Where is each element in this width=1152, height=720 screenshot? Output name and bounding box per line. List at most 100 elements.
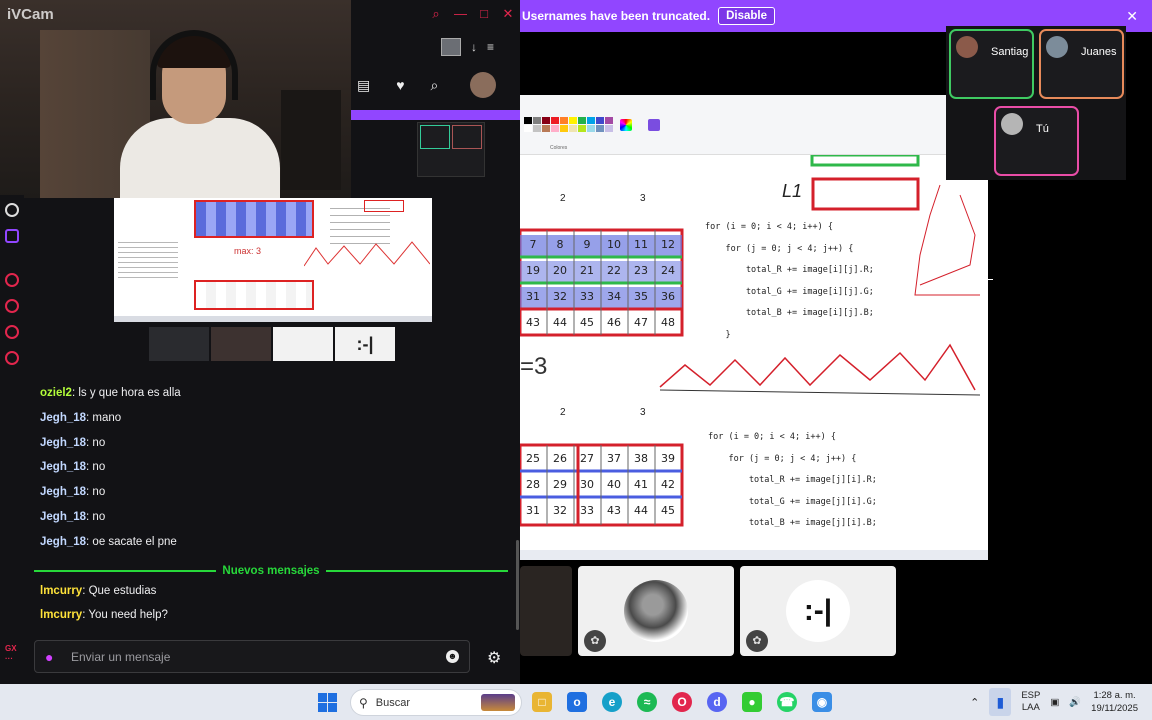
language-indicator[interactable]: ESP LAA: [1021, 690, 1040, 714]
bird-avatar: [624, 580, 688, 642]
chat-input-box[interactable]: ● ☻: [34, 640, 470, 673]
extensions-icon[interactable]: [5, 325, 19, 339]
grid-cell: 31: [526, 504, 540, 517]
emoji-icon[interactable]: ☻: [446, 650, 459, 663]
palette-swatch[interactable]: [560, 125, 568, 132]
chat-username[interactable]: Jegh_18: [40, 412, 86, 424]
player-icon[interactable]: [5, 273, 19, 287]
file-explorer-icon[interactable]: □: [532, 692, 552, 712]
palette-swatch[interactable]: [551, 125, 559, 132]
participant-name: Santiag: [991, 46, 1029, 58]
whatsapp-icon[interactable]: ☎: [777, 692, 797, 712]
preview-taskbar: [114, 316, 432, 322]
disable-button[interactable]: Disable: [718, 7, 775, 25]
app-icon[interactable]: ●: [742, 692, 762, 712]
close-icon[interactable]: ✕: [1126, 8, 1138, 25]
clock[interactable]: 1:28 a. m. 19/11/2025: [1091, 689, 1138, 715]
close-button[interactable]: ✕: [502, 6, 514, 22]
ivcam-icon[interactable]: ◉: [812, 692, 832, 712]
palette-swatch[interactable]: [605, 125, 613, 132]
participant-card[interactable]: Santiag: [949, 29, 1034, 99]
new-messages-label: Nuevos mensajes: [222, 564, 320, 577]
paint3d-icon[interactable]: [648, 119, 660, 131]
chat-username[interactable]: Jegh_18: [40, 437, 86, 449]
discord-icon[interactable]: d: [707, 692, 727, 712]
equation-fragment: =3: [520, 353, 548, 380]
face-avatar: :-|: [786, 580, 850, 642]
outlook-icon[interactable]: o: [567, 692, 587, 712]
browser-left-pane: iVCam ⌕ — □ ✕ ↓ ≡ ▤ ♥ ⌕ max: 3:-| GX ··…: [0, 0, 520, 684]
chat-text: no: [92, 510, 106, 523]
edge-icon[interactable]: e: [602, 692, 622, 712]
palette-swatch[interactable]: [542, 117, 550, 124]
participant-card-self[interactable]: Tú: [994, 106, 1079, 176]
palette-swatch[interactable]: [524, 125, 532, 132]
minimize-button[interactable]: —: [454, 6, 467, 22]
participant-card[interactable]: Juanes: [1039, 29, 1124, 99]
microphone-icon[interactable]: ▮: [989, 688, 1012, 716]
palette-swatch[interactable]: [551, 117, 559, 124]
browser-tabs-row: ↓ ≡: [441, 38, 494, 56]
history-icon[interactable]: [5, 299, 19, 313]
palette-swatch[interactable]: [542, 125, 550, 132]
opera-gx-icon[interactable]: O: [672, 692, 692, 712]
chevron-up-icon[interactable]: ⌃: [970, 696, 979, 709]
palette-swatch[interactable]: [533, 125, 541, 132]
palette-swatch[interactable]: [569, 117, 577, 124]
inbox-icon[interactable]: ▤: [357, 77, 370, 94]
grid-cell: 43: [607, 504, 621, 517]
palette-swatch[interactable]: [596, 125, 604, 132]
settings-icon[interactable]: [5, 351, 19, 365]
participants-panel: Santiag Juanes Tú: [946, 26, 1126, 180]
download-icon[interactable]: ↓: [471, 40, 477, 54]
mic-icon[interactable]: ●: [45, 649, 57, 665]
search-icon[interactable]: ⌕: [430, 6, 442, 22]
palette-swatch[interactable]: [578, 125, 586, 132]
twitch-icon[interactable]: [5, 229, 19, 243]
taskbar-search[interactable]: ⚲ Buscar: [350, 689, 522, 716]
video-tile[interactable]: [520, 566, 572, 656]
volume-icon[interactable]: 🔊: [1069, 697, 1081, 708]
palette-swatch[interactable]: [587, 117, 595, 124]
video-tile[interactable]: :-| ✿: [740, 566, 896, 656]
chat-username[interactable]: Jegh_18: [40, 461, 86, 473]
palette-swatch[interactable]: [596, 117, 604, 124]
palette-swatch[interactable]: [578, 117, 586, 124]
chatgpt-icon[interactable]: [5, 203, 19, 217]
spotify-icon[interactable]: ≈: [637, 692, 657, 712]
chat-username[interactable]: lmcurry: [40, 585, 82, 597]
chat-username[interactable]: oziel2: [40, 387, 72, 399]
code-block-top: for (i = 0; i < 4; i++) { for (j = 0; j …: [705, 222, 874, 340]
chat-input[interactable]: [71, 649, 432, 664]
network-icon[interactable]: ▣: [1050, 697, 1059, 708]
chat-username[interactable]: Jegh_18: [40, 536, 86, 548]
grid-cell: 33: [580, 504, 594, 517]
menu-icon[interactable]: ≡: [487, 40, 494, 54]
heart-icon[interactable]: ♥: [396, 77, 404, 93]
palette-swatch[interactable]: [569, 125, 577, 132]
edit-colors-icon[interactable]: [620, 119, 632, 131]
chat-username[interactable]: lmcurry: [40, 609, 82, 621]
search-icon[interactable]: ⌕: [431, 77, 439, 94]
grid-cell: 45: [661, 504, 675, 517]
start-icon[interactable]: [318, 693, 337, 712]
video-tile[interactable]: ✿: [578, 566, 734, 656]
chat-username[interactable]: Jegh_18: [40, 486, 86, 498]
grid-cell: 10: [607, 238, 621, 251]
video-tiles-row: ✿ :-| ✿: [520, 566, 900, 656]
preview-zigzag: [304, 241, 430, 267]
color-palette[interactable]: [524, 117, 616, 132]
tab-thumbnail[interactable]: [441, 38, 461, 56]
chat-scrollbar[interactable]: [516, 540, 519, 630]
palette-swatch[interactable]: [533, 117, 541, 124]
grid-cell: 22: [607, 264, 621, 277]
chat-settings-gear-icon[interactable]: ⚙: [487, 648, 501, 668]
chat-username[interactable]: Jegh_18: [40, 511, 86, 523]
palette-swatch[interactable]: [524, 117, 532, 124]
user-avatar[interactable]: [470, 72, 497, 98]
palette-swatch[interactable]: [587, 125, 595, 132]
palette-swatch[interactable]: [560, 117, 568, 124]
grid-cell: 40: [607, 478, 621, 491]
maximize-button[interactable]: □: [478, 6, 490, 22]
palette-swatch[interactable]: [605, 117, 613, 124]
